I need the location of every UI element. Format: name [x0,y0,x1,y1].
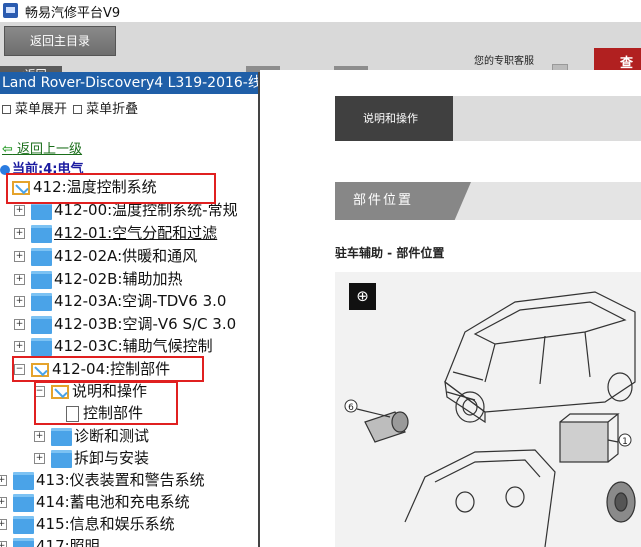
tree-node-label: 413:仪表装置和警告系统 [36,471,205,489]
collapse-icon [73,105,83,114]
tree-node-label: 417:照明 [36,537,100,547]
back-arrow-icon: ⇦ [2,142,13,157]
tree-node[interactable]: +412-02A:供暖和通风 [14,245,197,267]
tree-node[interactable]: +415:信息和娱乐系统 [0,513,175,535]
back-up-label: 返回上一级 [17,142,83,157]
tree-node-label: 诊断和测试 [74,427,150,445]
collapse-all-button[interactable]: 菜单折叠 [86,102,138,117]
expand-toggle-icon[interactable]: + [34,453,45,464]
highlight-box [12,356,204,382]
figure-subtitle: 驻车辅助 - 部件位置 [335,246,445,260]
zoom-in-button[interactable]: ⊕ [349,283,376,310]
tree-node-label: 412-01:空气分配和过滤 [54,224,218,242]
section-title: 部件位置 [335,182,471,220]
sidebar: Land Rover-Discovery4 L319-2016-线 菜单展开 菜… [0,72,260,547]
vehicle-model-bar: Land Rover-Discovery4 L319-2016-线 [0,72,258,94]
tree-node[interactable]: +413:仪表装置和警告系统 [0,469,205,491]
tree-node-label: 412-03C:辅助气候控制 [54,337,213,355]
title-bar: 畅易汽修平台V9 [0,0,641,23]
folder-icon [51,449,72,468]
tree-node[interactable]: + 诊断和测试 [34,425,149,447]
folder-icon [31,247,52,266]
tree-node-label: 412-03A:空调-TDV6 3.0 [54,292,227,310]
expand-toggle-icon[interactable]: + [0,475,7,486]
expand-toggle-icon[interactable]: + [0,541,7,547]
highlight-box [34,381,178,425]
expand-toggle-icon[interactable]: + [14,341,25,352]
callout-label: 6 [348,403,354,413]
component-location-figure: 6 1 [335,272,641,547]
tree-node[interactable]: +412-03B:空调-V6 S/C 3.0 [14,313,236,335]
tree-node[interactable]: +417:照明 [0,535,100,547]
expand-toggle-icon[interactable]: + [0,497,7,508]
folder-icon [31,270,52,289]
document-viewer: 说明和操作 部件位置 驻车辅助 - 部件位置 6 1 ⊕ [260,70,641,547]
expand-toggle-icon[interactable]: + [14,205,25,216]
expand-icon [2,105,11,114]
tree-node[interactable]: +414:蓄电池和充电系统 [0,491,190,513]
tree-node-label: 412-02B:辅助加热 [54,270,183,288]
tree-node[interactable]: +412-03A:空调-TDV6 3.0 [14,290,226,312]
folder-icon [31,315,52,334]
toolbar: 返回主目录 <返回 您的专职客服 查看 [0,22,641,82]
main-menu-button[interactable]: 返回主目录 [4,26,116,56]
vehicle-illustration: 6 1 [344,291,636,547]
expand-toggle-icon[interactable]: + [14,274,25,285]
tree-node-label: 拆卸与安装 [74,449,150,467]
tree-node[interactable]: +412-01:空气分配和过滤 [14,222,217,244]
support-label: 您的专职客服 [474,56,534,67]
tree-node[interactable]: + 拆卸与安装 [34,447,149,469]
callout-label: 1 [622,437,628,447]
back-up-link[interactable]: ⇦ 返回上一级 [2,138,82,157]
tree-node[interactable]: +412-02B:辅助加热 [14,268,182,290]
tree-node-label: 412-03B:空调-V6 S/C 3.0 [54,315,237,333]
highlight-box [6,173,216,204]
expand-toggle-icon[interactable]: + [14,251,25,262]
folder-icon [13,493,34,512]
expand-toggle-icon[interactable]: + [14,228,25,239]
folder-icon [51,427,72,446]
tab-description-operation[interactable]: 说明和操作 [335,96,453,141]
folder-icon [31,292,52,311]
app-icon [3,3,18,18]
menu-expand-collapse: 菜单展开 菜单折叠 [0,98,138,117]
folder-icon [13,515,34,534]
tree-node-label: 412-02A:供暖和通风 [54,247,198,265]
window-title: 畅易汽修平台V9 [25,6,121,21]
folder-icon [13,471,34,490]
expand-toggle-icon[interactable]: + [0,519,7,530]
folder-icon [31,337,52,356]
folder-icon [13,537,34,547]
folder-icon [31,224,52,243]
expand-toggle-icon[interactable]: + [14,296,25,307]
expand-all-button[interactable]: 菜单展开 [15,102,67,117]
tree-node[interactable]: +412-03C:辅助气候控制 [14,335,213,357]
expand-toggle-icon[interactable]: + [34,431,45,442]
expand-toggle-icon[interactable]: + [14,319,25,330]
folder-icon [31,201,52,220]
zoom-icon: ⊕ [356,287,369,305]
tree-node-label: 415:信息和娱乐系统 [36,515,175,533]
tree-node-label: 414:蓄电池和充电系统 [36,493,190,511]
